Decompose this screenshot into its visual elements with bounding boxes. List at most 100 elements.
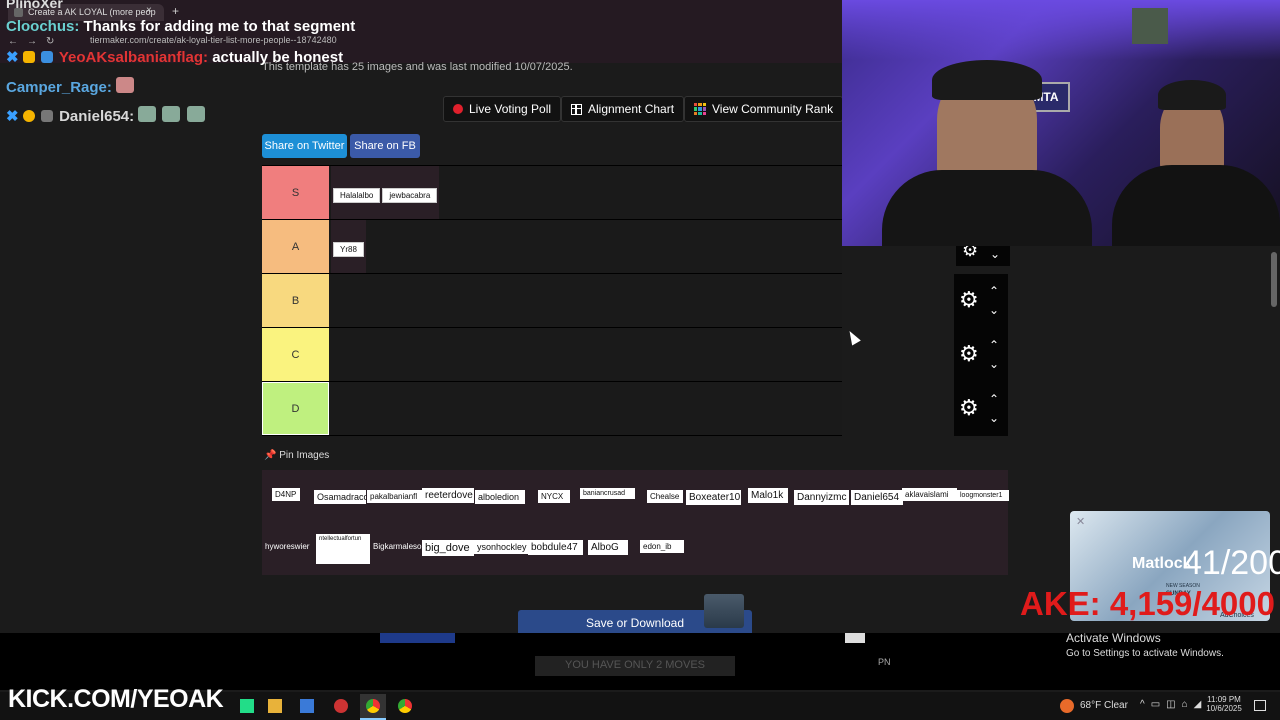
webcam-overlay: MTA <box>842 0 1280 246</box>
app-icon[interactable] <box>240 699 254 713</box>
chat-line-4: ✖ Daniel654: <box>6 106 207 125</box>
clock[interactable]: 11:09 PM 10/6/2025 <box>1204 695 1244 713</box>
chrome-active-icon[interactable] <box>360 694 386 720</box>
chat-message: Thanks for adding me to that segment <box>83 18 356 35</box>
move-arrows[interactable]: ⌃ ⌄ <box>987 390 1001 428</box>
gift-badge-icon <box>22 110 35 122</box>
grid-icon <box>571 103 582 115</box>
pool-item[interactable]: Dannyizmc <box>794 490 849 505</box>
emote-icon <box>138 106 157 122</box>
pool-item[interactable]: ysonhockley <box>474 540 530 554</box>
tier-item[interactable]: jewbacabra <box>382 188 438 203</box>
pool-item[interactable]: Daniel654 <box>851 490 903 505</box>
chat-line-1: Cloochus: Thanks for adding me to that s… <box>6 18 355 35</box>
community-rank-button[interactable]: View Community Rank <box>684 96 844 122</box>
share-twitter-button[interactable]: Share on Twitter <box>262 134 347 158</box>
chrome-icon[interactable] <box>398 699 412 713</box>
activate-sub: Go to Settings to activate Windows. <box>1066 648 1224 659</box>
pool-item[interactable]: AlboG <box>588 540 628 555</box>
chat-line-cutoff: PlinoXer <box>6 0 63 11</box>
pool-item[interactable]: reeterdove <box>422 488 474 503</box>
file-explorer-icon[interactable] <box>268 699 282 713</box>
pool-item[interactable]: Osamadraco <box>314 490 366 504</box>
live-voting-poll-button[interactable]: Live Voting Poll <box>443 96 562 122</box>
pin-badge-icon: ✖ <box>6 49 19 66</box>
sub-counter: AKE: 4,159/4000 <box>1020 585 1275 622</box>
pool-item[interactable]: pakalbanianfl <box>367 490 422 503</box>
pin-images-label: Pin Images <box>279 450 330 461</box>
pool-item[interactable]: baniancrusad <box>580 488 635 499</box>
tier-row-d: D <box>262 382 842 436</box>
pool-item[interactable]: big_dove <box>422 540 474 556</box>
tier-list: S Halalalbo jewbacabra A Yr88 B C D <box>262 165 842 436</box>
tier-item[interactable]: Yr88 <box>333 242 364 257</box>
guest-hair <box>1158 80 1226 110</box>
nav-icons[interactable]: ←→↻ <box>8 36 63 47</box>
record-icon <box>453 104 463 114</box>
notification-icon[interactable] <box>1254 700 1266 711</box>
close-icon[interactable]: ✕ <box>1076 515 1085 528</box>
pool-item[interactable]: bobdule47 <box>528 540 583 555</box>
tier-label[interactable]: D <box>262 382 329 435</box>
avatar <box>704 594 744 628</box>
store-icon[interactable] <box>300 699 314 713</box>
tier-d-controls: ⚙ ⌃ ⌄ <box>954 382 1008 436</box>
led-lights <box>842 0 1280 60</box>
share-fb-button[interactable]: Share on FB <box>350 134 420 158</box>
pool-item[interactable]: Chealse <box>647 490 683 503</box>
mouse-cursor-icon <box>845 328 861 346</box>
rank-grid-icon <box>694 103 706 115</box>
scrollbar-thumb[interactable] <box>1271 252 1277 307</box>
streamer-hair <box>932 60 1042 100</box>
pin-images-toggle[interactable]: 📌 Pin Images <box>264 450 329 461</box>
tier-item[interactable]: Halalalbo <box>333 188 381 203</box>
chat-line-3: Camper_Rage: <box>6 77 136 96</box>
alignment-label: Alignment Chart <box>588 102 675 116</box>
close-tab-icon[interactable]: × <box>146 5 152 16</box>
tier-label[interactable]: B <box>262 274 329 327</box>
pool-item[interactable]: NYCX <box>538 490 570 503</box>
adchoices-icon[interactable] <box>845 633 865 643</box>
small-avatar <box>1132 8 1168 44</box>
ad-link[interactable] <box>380 633 455 643</box>
pool-item[interactable]: ntellectualfortun <box>316 534 370 564</box>
pin-badge-icon: ✖ <box>6 108 19 125</box>
tier-label[interactable]: A <box>262 220 329 273</box>
banner-image: YOU HAVE ONLY 2 MOVES <box>535 656 735 676</box>
tier-row-b: B <box>262 274 842 328</box>
streamer-shirt <box>882 170 1092 246</box>
pool-item[interactable]: Bigkarmaleso <box>370 540 422 553</box>
move-arrows[interactable]: ⌃ ⌄ <box>987 282 1001 320</box>
alignment-chart-button[interactable]: Alignment Chart <box>561 96 685 122</box>
tray-icons[interactable]: ^▭◫⌂◢ <box>1140 699 1207 710</box>
pool-item[interactable]: edon_ib <box>640 540 684 553</box>
pool-item[interactable]: Boxeater10 <box>686 490 741 505</box>
crown-badge-icon <box>22 51 35 63</box>
url-field[interactable]: tiermaker.com/create/ak-loyal-tier-list-… <box>90 35 337 45</box>
community-rank-label: View Community Rank <box>712 102 834 116</box>
chat-line-2: ✖ YeoAKsalbanianflag: actually be honest <box>6 48 343 66</box>
gear-icon[interactable]: ⚙ <box>959 397 979 419</box>
weather-label[interactable]: 68°F Clear <box>1080 700 1128 711</box>
pool-item[interactable]: Malo1k <box>748 488 788 503</box>
sub-badge-icon <box>40 51 53 63</box>
kick-url-overlay: KICK.COM/YEOAK <box>8 685 224 713</box>
tier-s-controls-partial[interactable]: ⚙ ⌄ <box>956 240 1010 266</box>
image-pool: D4NP Osamadraco pakalbanianfl reeterdove alb… <box>262 470 1009 575</box>
pool-item[interactable]: loogmonster1 <box>957 490 1009 501</box>
chat-username: Cloochus: <box>6 18 80 35</box>
pool-item[interactable]: aklavaislami <box>902 488 957 501</box>
gear-icon[interactable]: ⚙ <box>959 343 979 365</box>
tier-label[interactable]: S <box>262 166 329 219</box>
move-arrows[interactable]: ⌃ ⌄ <box>987 336 1001 374</box>
new-tab-icon[interactable]: + <box>172 4 179 18</box>
tier-c-controls: ⚙ ⌃ ⌄ <box>954 328 1008 382</box>
pool-item[interactable]: D4NP <box>272 488 300 501</box>
pool-item[interactable]: hyworeswier <box>262 540 314 553</box>
chevron-down-icon[interactable]: ⌄ <box>990 247 1000 261</box>
app-icon[interactable] <box>334 699 348 713</box>
tier-label[interactable]: C <box>262 328 329 381</box>
gear-icon[interactable]: ⚙ <box>959 289 979 311</box>
sub-badge-icon <box>40 110 53 122</box>
pool-item[interactable]: alboledion <box>475 490 525 504</box>
